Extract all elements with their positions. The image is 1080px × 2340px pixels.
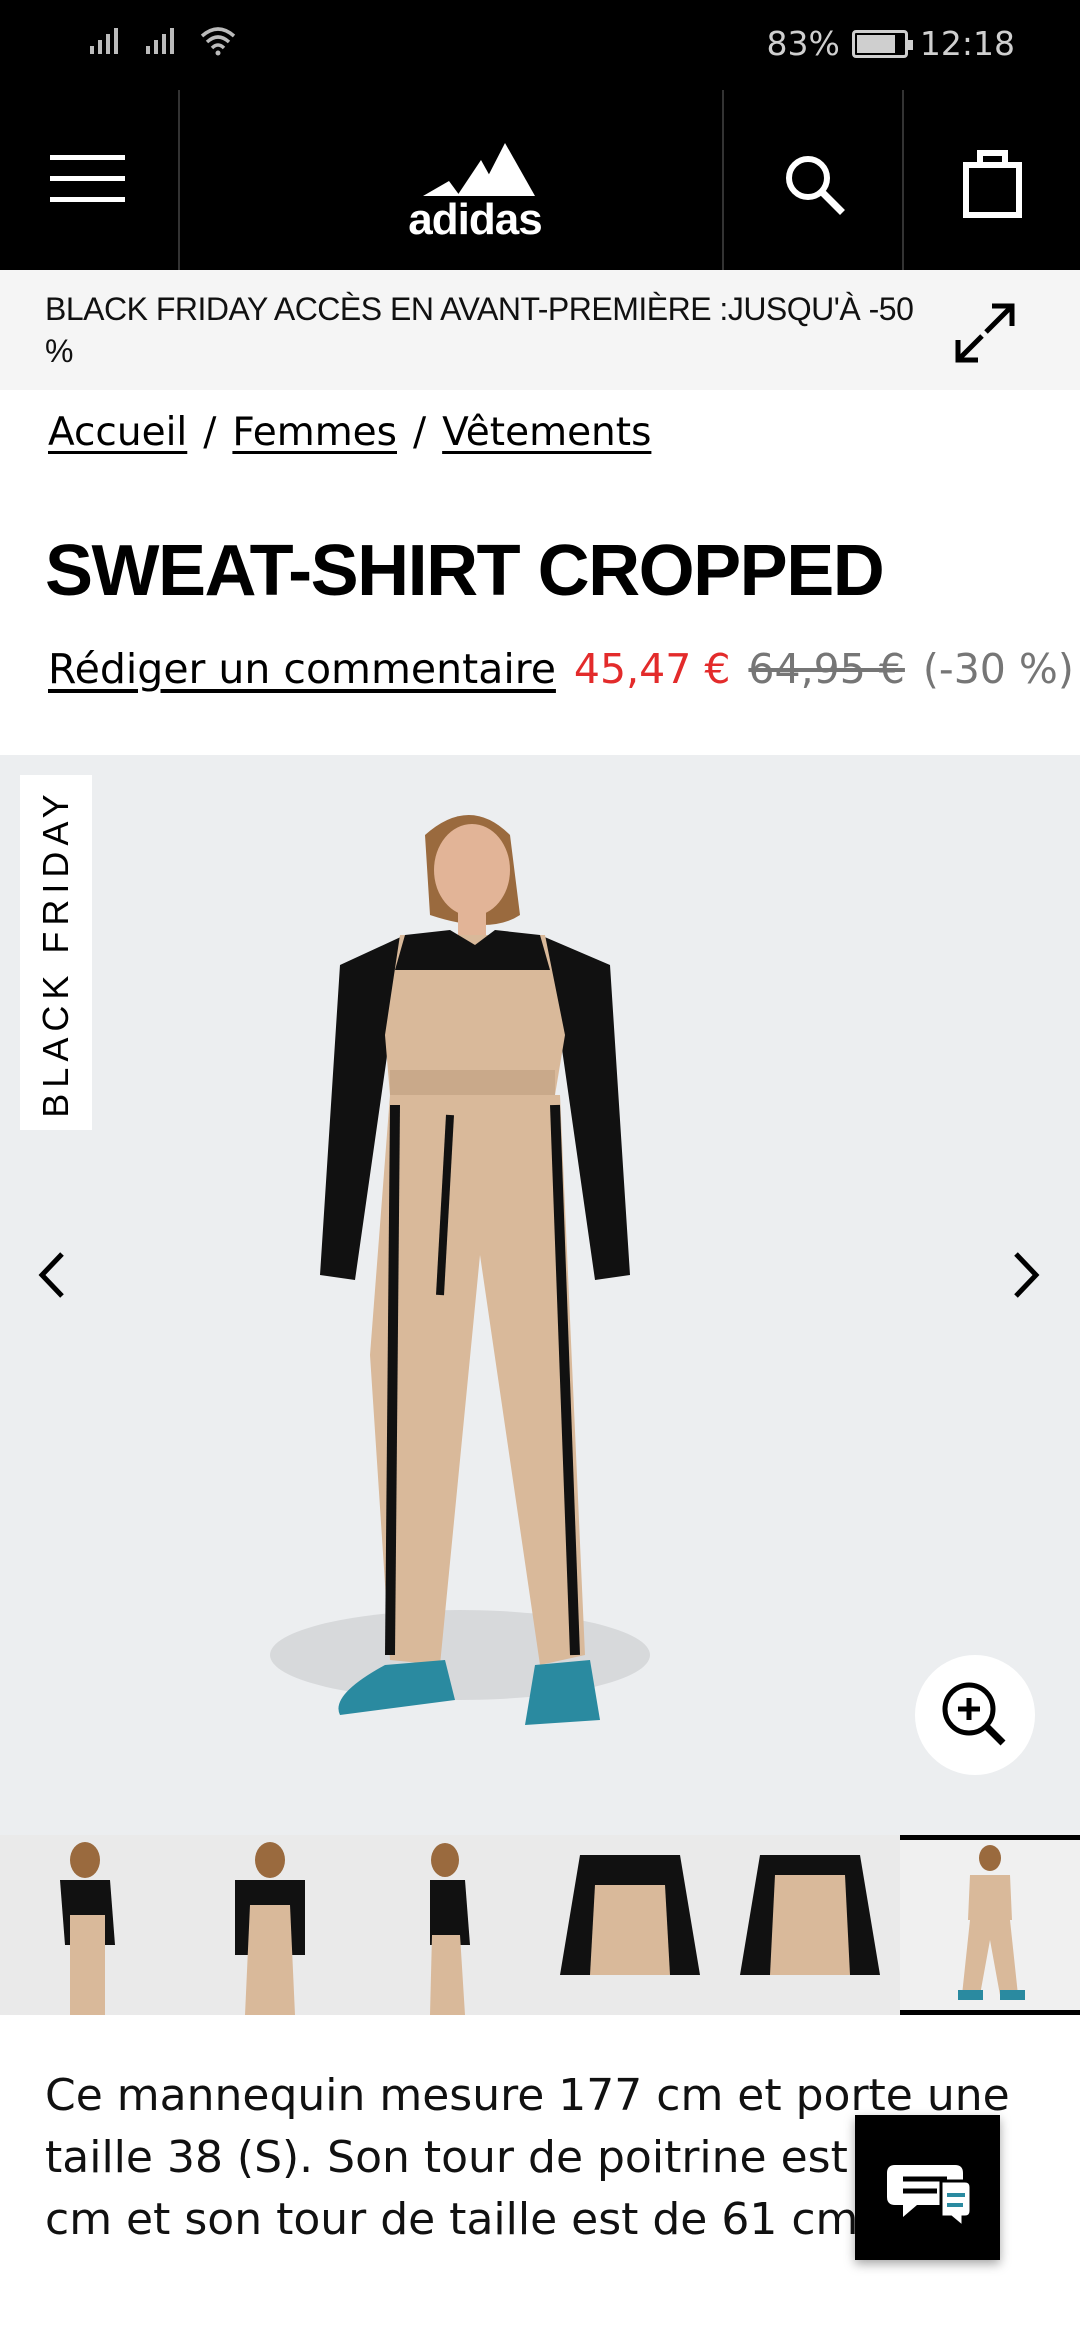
wifi-icon: [200, 27, 236, 56]
zoom-in-icon: [942, 1682, 1006, 1746]
three-stripes-icon: [423, 143, 535, 196]
site-header: adidas: [0, 90, 1080, 270]
clock: 12:18: [919, 24, 1015, 63]
shopping-bag-icon: [963, 150, 1022, 218]
status-bar: 83% 12:18: [0, 0, 1080, 90]
header-divider: [902, 90, 904, 270]
hamburger-icon-bar: [50, 176, 125, 181]
battery-icon: [851, 29, 913, 58]
hamburger-icon: [50, 155, 125, 160]
black-friday-badge: BLACK FRIDAY: [20, 775, 92, 1130]
promo-text: BLACK FRIDAY ACCÈS EN AVANT-PREMIÈRE :JU…: [45, 291, 914, 369]
menu-button[interactable]: [50, 155, 125, 203]
chevron-right-icon: [1014, 1252, 1040, 1298]
breadcrumb-separator: /: [203, 410, 217, 455]
product-image-gallery[interactable]: BLACK FRIDAY: [0, 755, 1080, 1835]
zoom-button[interactable]: [915, 1655, 1035, 1775]
breadcrumb-separator: /: [413, 410, 427, 455]
header-divider: [178, 90, 180, 270]
cart-button[interactable]: [960, 145, 1025, 220]
price-row: Rédiger un commentaire 45,47 € 64,95 € (…: [48, 645, 1074, 693]
chat-icon: [887, 2165, 973, 2231]
breadcrumb-clothing[interactable]: Vêtements: [442, 410, 651, 455]
thumbnail-active[interactable]: [900, 1835, 1080, 2015]
header-divider: [722, 90, 724, 270]
black-friday-badge-text: BLACK FRIDAY: [35, 787, 76, 1118]
hamburger-icon-bar: [50, 197, 125, 202]
expand-icon: [955, 303, 1015, 363]
thumbnail[interactable]: [0, 1835, 180, 2015]
chat-button[interactable]: [855, 2115, 1000, 2260]
breadcrumb-women[interactable]: Femmes: [232, 410, 397, 455]
product-title: SWEAT-SHIRT CROPPED: [45, 531, 885, 611]
thumbnail-strip: [0, 1835, 1080, 2015]
breadcrumb-home[interactable]: Accueil: [48, 410, 187, 455]
thumbnail[interactable]: [180, 1835, 360, 2015]
thumbnail[interactable]: [360, 1835, 540, 2015]
thumbnail[interactable]: [720, 1835, 900, 2015]
thumbnail[interactable]: [540, 1835, 720, 2015]
signal-icon: [146, 28, 174, 54]
product-image: [270, 815, 650, 1725]
discount-badge: (-30 %): [922, 645, 1074, 693]
adidas-logo[interactable]: adidas: [375, 130, 575, 244]
write-review-link[interactable]: Rédiger un commentaire: [48, 645, 556, 693]
logo-wordmark: adidas: [408, 195, 541, 240]
search-icon: [786, 156, 845, 215]
battery-percentage: 83%: [766, 24, 840, 63]
signal-icon: [90, 28, 118, 54]
breadcrumb: Accueil / Femmes / Vêtements: [48, 410, 651, 455]
chevron-left-icon: [38, 1252, 64, 1298]
next-image-button[interactable]: [1000, 1240, 1050, 1310]
promo-banner[interactable]: BLACK FRIDAY ACCÈS EN AVANT-PREMIÈRE :JU…: [0, 270, 1080, 390]
original-price: 64,95 €: [748, 645, 905, 693]
sale-price: 45,47 €: [573, 645, 731, 693]
previous-image-button[interactable]: [28, 1240, 78, 1310]
expand-banner-button[interactable]: [950, 298, 1020, 368]
search-button[interactable]: [780, 150, 850, 220]
